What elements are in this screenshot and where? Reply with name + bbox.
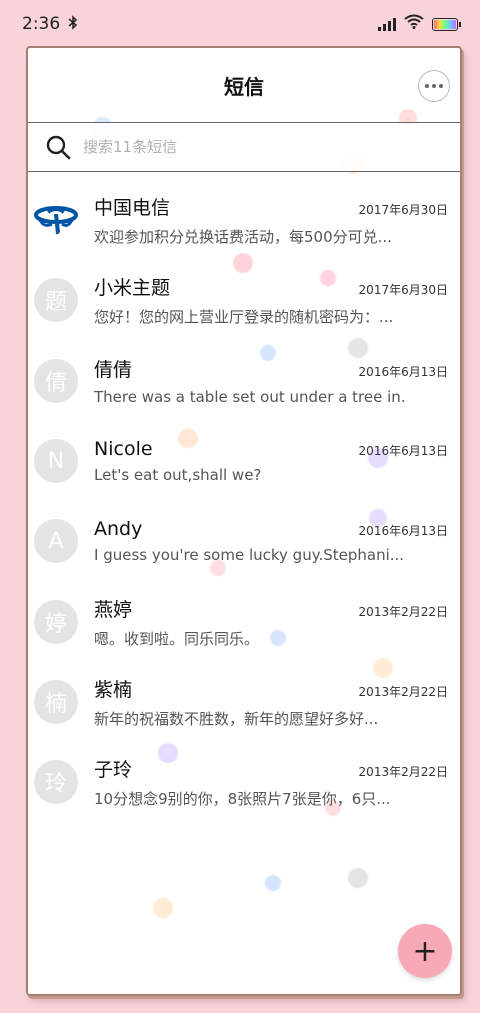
contact-name: 子玲: [94, 759, 133, 782]
status-time: 2:36: [22, 14, 61, 34]
message-date: 2017年6月30日: [358, 283, 448, 298]
contact-name: 燕婷: [94, 598, 133, 621]
message-preview: 嗯。收到啦。同乐同乐。: [94, 629, 260, 648]
new-message-button[interactable]: +: [398, 924, 452, 978]
message-list: 中国电信 2017年6月30日 欢迎参加积分兑换话费活动，每500分可兑... …: [28, 180, 460, 822]
message-preview: 欢迎参加积分兑换话费活动，每500分可兑...: [94, 228, 392, 247]
list-item[interactable]: 倩 倩倩 2016年6月13日 There was a table set ou…: [28, 341, 460, 421]
avatar: 楠: [34, 679, 78, 724]
avatar: N: [34, 439, 78, 484]
list-item[interactable]: A Andy 2016年6月13日 I guess you're some lu…: [28, 501, 460, 581]
message-date: 2016年6月13日: [358, 444, 448, 459]
list-item[interactable]: 婷 燕婷 2013年2月22日 嗯。收到啦。同乐同乐。: [28, 581, 460, 661]
search-box[interactable]: [28, 122, 460, 172]
battery-icon: [432, 17, 461, 31]
more-button[interactable]: [418, 70, 450, 102]
message-preview: 新年的祝福数不胜数，新年的愿望好多好...: [94, 709, 379, 728]
message-date: 2017年6月30日: [358, 203, 448, 218]
avatar: 倩: [34, 358, 78, 403]
plus-icon: +: [412, 933, 438, 969]
avatar: 婷: [34, 599, 78, 644]
message-date: 2013年2月22日: [358, 604, 448, 619]
message-preview: I guess you're some lucky guy.Stephani..…: [94, 546, 404, 565]
message-preview: 10分想念9别的你，8张照片7张是你，6只...: [94, 790, 391, 809]
contact-name: Nicole: [94, 438, 153, 461]
message-date: 2016年6月13日: [358, 524, 448, 539]
avatar: A: [34, 519, 78, 564]
status-bar: 2:36: [0, 0, 480, 48]
message-preview: There was a table set out under a tree i…: [94, 388, 404, 407]
message-date: 2013年2月22日: [358, 765, 448, 780]
header: 短信: [28, 48, 460, 122]
more-dots-icon: [425, 84, 429, 88]
list-item[interactable]: 楠 紫楠 2013年2月22日 新年的祝福数不胜数，新年的愿望好多好...: [28, 662, 460, 742]
message-date: 2013年2月22日: [358, 684, 448, 699]
wifi-icon: [404, 14, 424, 34]
contact-name: 中国电信: [94, 197, 171, 220]
contact-name: 紫楠: [94, 678, 133, 701]
message-date: 2016年6月13日: [358, 365, 448, 380]
list-item[interactable]: 中国电信 2017年6月30日 欢迎参加积分兑换话费活动，每500分可兑...: [28, 180, 460, 260]
message-preview: 您好！您的网上营业厅登录的随机密码为：...: [94, 308, 394, 327]
search-icon: [46, 135, 71, 160]
status-icons: [378, 14, 461, 34]
message-preview: Let's eat out,shall we?: [94, 466, 262, 485]
contact-name: 倩倩: [94, 359, 133, 382]
list-item[interactable]: 玲 子玲 2013年2月22日 10分想念9别的你，8张照片7张是你，6只...: [28, 742, 460, 822]
china-telecom-logo-icon: [34, 198, 78, 242]
bluetooth-icon: [68, 14, 78, 34]
list-item[interactable]: 题 小米主题 2017年6月30日 您好！您的网上营业厅登录的随机密码为：...: [28, 260, 460, 340]
avatar: 题: [34, 278, 78, 323]
avatar: 玲: [34, 760, 78, 805]
contact-name: 小米主题: [94, 277, 171, 300]
message-panel: 短信 中国电信: [26, 46, 462, 996]
page-title: 短信: [224, 74, 264, 99]
contact-name: Andy: [94, 518, 143, 541]
list-item[interactable]: N Nicole 2016年6月13日 Let's eat out,shall …: [28, 421, 460, 501]
signal-icon: [378, 17, 396, 31]
search-input[interactable]: [83, 138, 383, 156]
